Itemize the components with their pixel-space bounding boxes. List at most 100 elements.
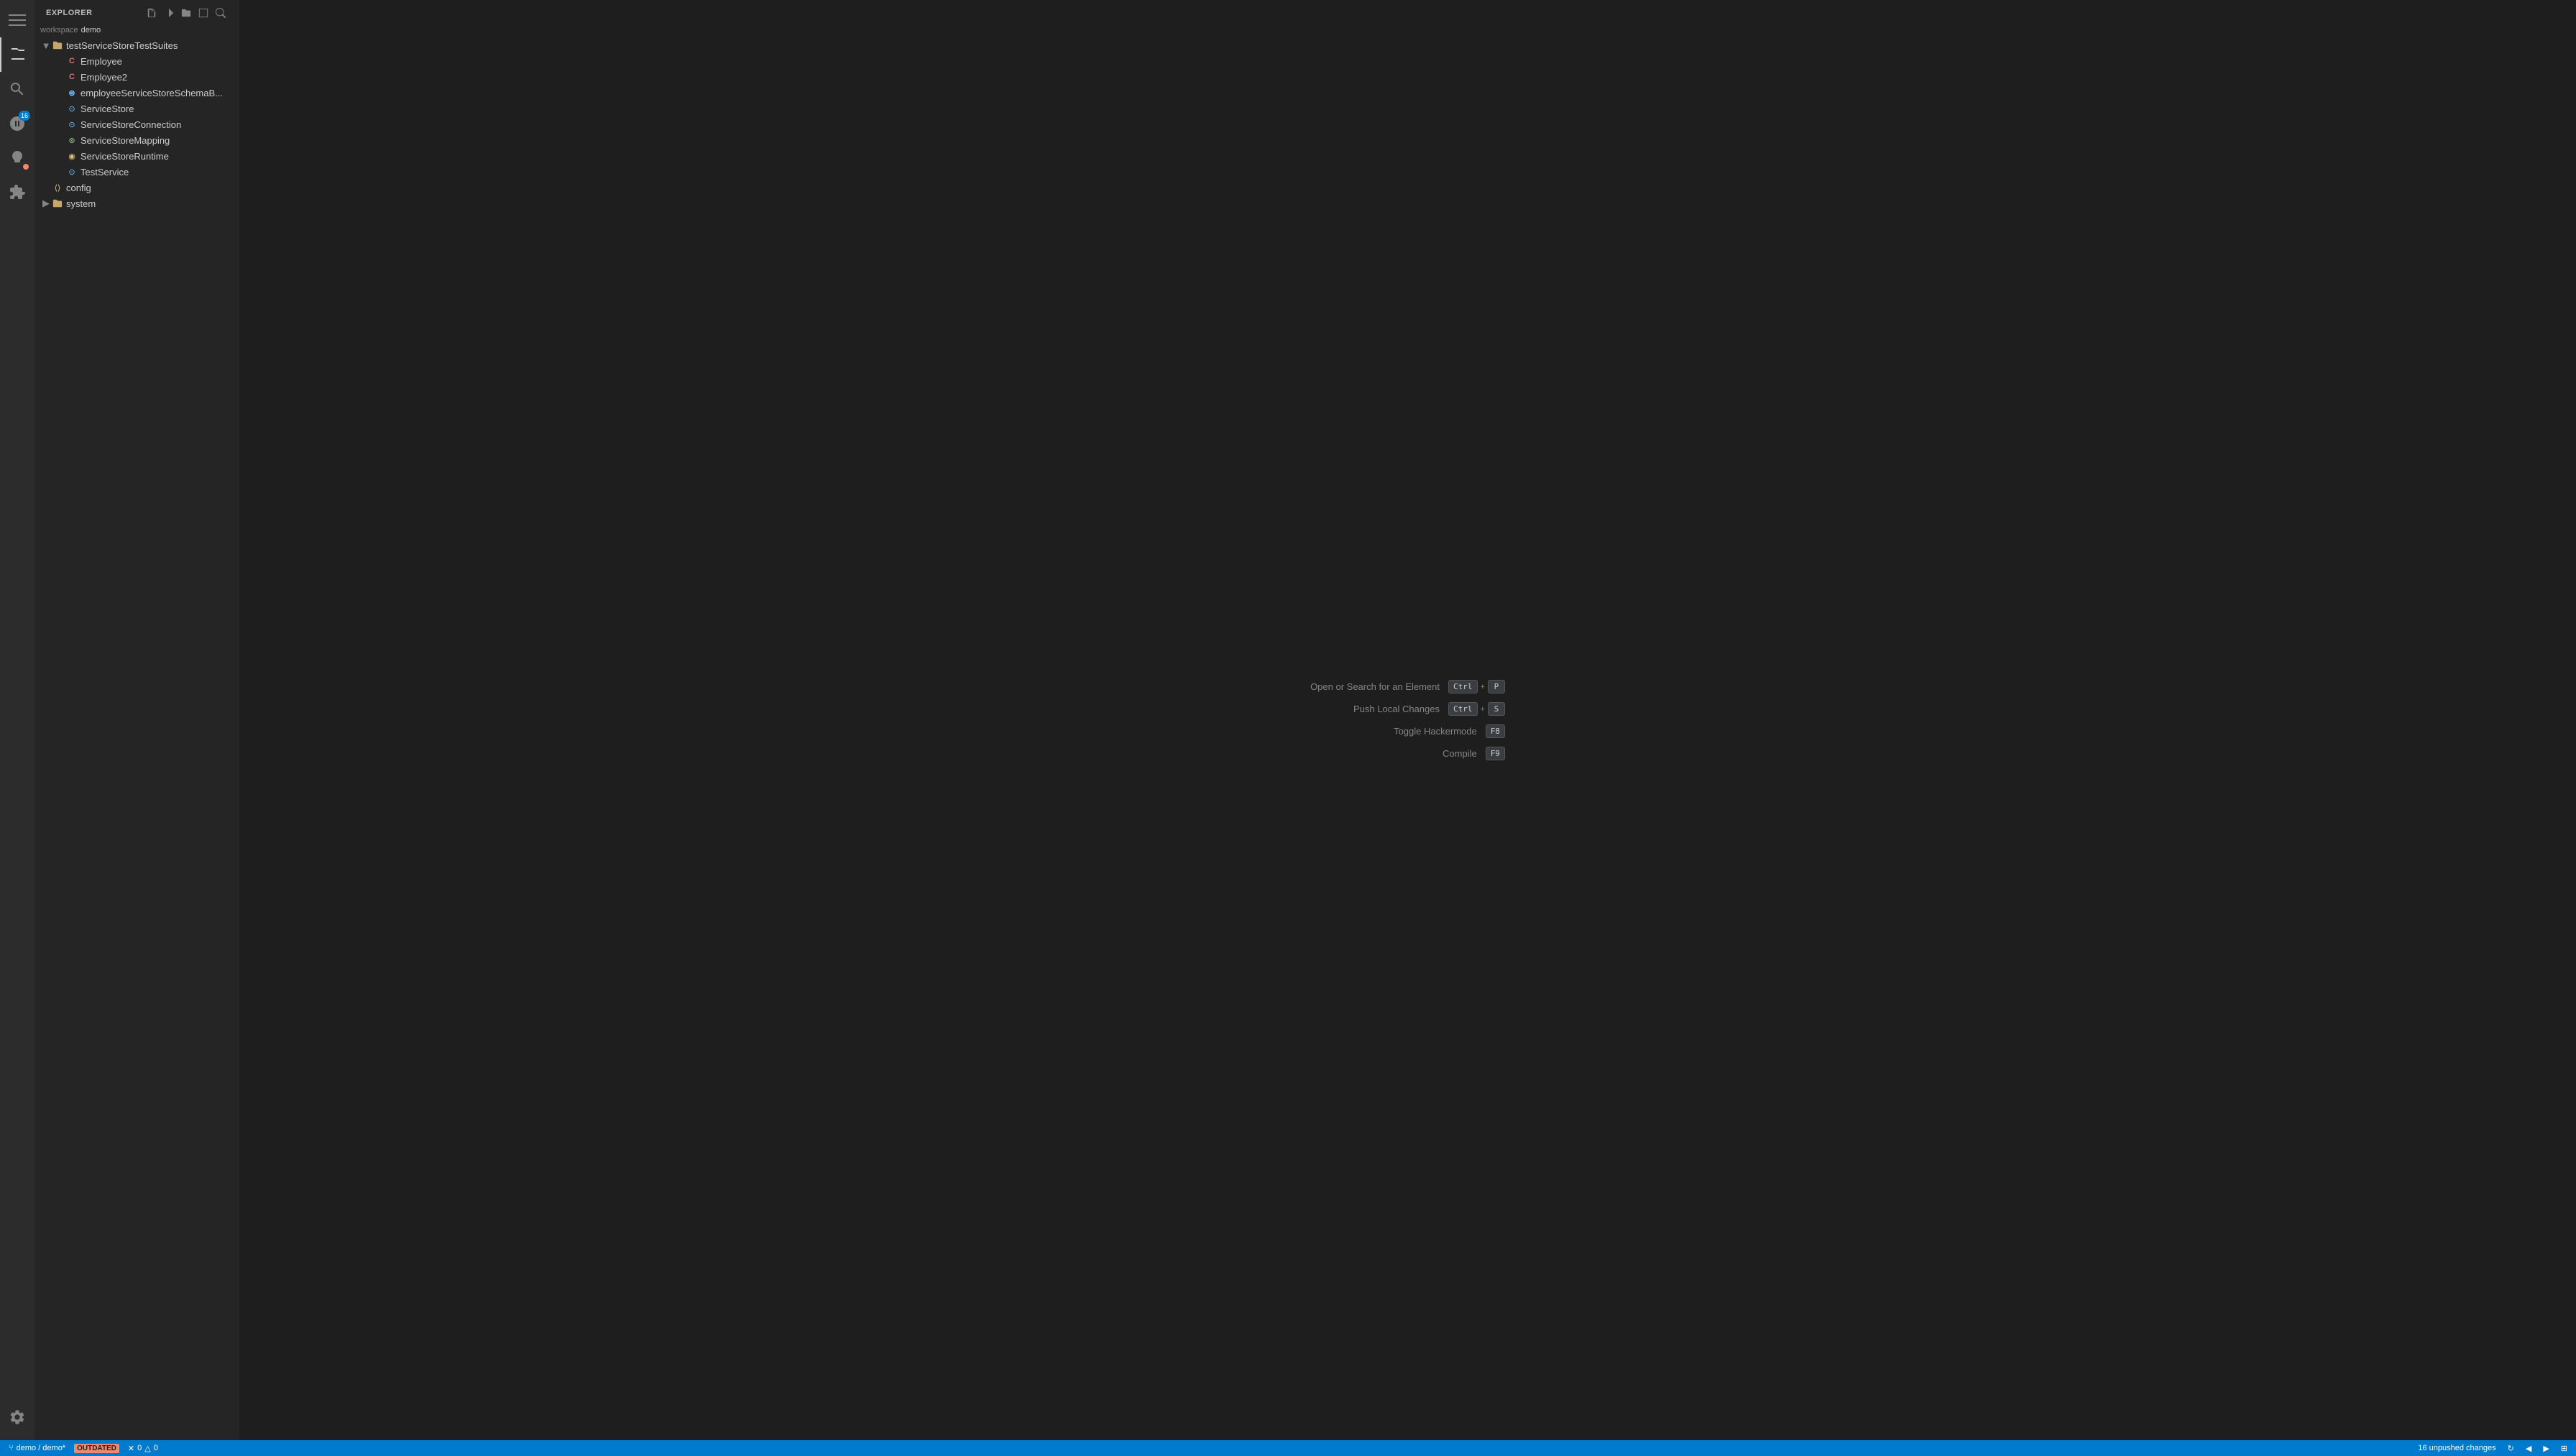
file-tree: ▼ testServiceStoreTestSuites C Employee … — [34, 37, 239, 1440]
search-activity-item[interactable] — [0, 72, 34, 106]
tree-item-TestService[interactable]: ⊙ TestService — [34, 164, 239, 180]
folder-open-icon — [52, 40, 63, 51]
spacer — [40, 182, 52, 193]
tree-item-ServiceStoreMapping[interactable]: ⊛ ServiceStoreMapping — [34, 132, 239, 148]
nav-prev-icon: ◀ — [2526, 1444, 2531, 1453]
navigate-button[interactable] — [162, 6, 176, 20]
tree-item-Employee[interactable]: C Employee — [34, 53, 239, 69]
tree-item-config[interactable]: ⟨⟩ config — [34, 180, 239, 195]
nav-next-icon: ▶ — [2543, 1444, 2549, 1453]
status-unpushed[interactable]: 16 unpushed changes — [2415, 1440, 2498, 1456]
spacer — [55, 103, 66, 114]
tree-item-ServiceStoreConnection[interactable]: ⊙ ServiceStoreConnection — [34, 116, 239, 132]
tree-label-Employee: Employee — [80, 56, 122, 67]
key-ctrl-1: Ctrl — [1448, 680, 1478, 694]
tree-item-testServiceStoreTestSuites[interactable]: ▼ testServiceStoreTestSuites — [34, 37, 239, 53]
git-activity-item[interactable]: 16 — [0, 106, 34, 141]
shortcut-label-push: Push Local Changes — [1353, 704, 1440, 714]
interface-icon: ⊛ — [66, 87, 78, 98]
tree-label-TestService: TestService — [80, 167, 129, 178]
extra-icon: ⊞ — [2561, 1444, 2567, 1453]
branch-icon: ⑂ — [9, 1444, 14, 1452]
status-errors[interactable]: ✕ 0 △ 0 — [125, 1440, 161, 1456]
status-nav-prev[interactable]: ◀ — [2523, 1440, 2534, 1456]
shortcut-label-open: Open or Search for an Element — [1310, 681, 1440, 692]
sidebar-actions — [144, 6, 228, 20]
status-sync-icon[interactable]: ↻ — [2505, 1440, 2517, 1456]
status-branch[interactable]: ⑂ demo / demo* — [6, 1440, 68, 1456]
main-area: Open or Search for an Element Ctrl + P P… — [239, 0, 2576, 1440]
tree-label-Employee2: Employee2 — [80, 72, 127, 83]
tree-label-system: system — [66, 198, 96, 209]
status-bar: ⑂ demo / demo* OUTDATED ✕ 0 △ 0 16 unpus… — [0, 1440, 2576, 1456]
tree-item-ServiceStoreRuntime[interactable]: ◉ ServiceStoreRuntime — [34, 148, 239, 164]
status-nav-next[interactable]: ▶ — [2540, 1440, 2552, 1456]
tree-item-employeeServiceStoreSchemaBinding[interactable]: ⊛ employeeServiceStoreSchemaB... — [34, 85, 239, 101]
expand-icon: ▼ — [40, 40, 52, 51]
shortcut-keys-open: Ctrl + P — [1448, 680, 1505, 694]
extensions-activity-item[interactable] — [0, 175, 34, 210]
service-icon: ⊙ — [66, 103, 78, 114]
class-icon-2: C — [66, 71, 78, 83]
error-icon: ✕ — [128, 1444, 134, 1453]
sidebar: EXPLORER — [34, 0, 239, 1440]
shortcuts-container: Open or Search for an Element Ctrl + P P… — [1310, 680, 1505, 760]
spacer — [55, 119, 66, 130]
shortcut-row-open: Open or Search for an Element Ctrl + P — [1310, 680, 1505, 694]
tree-label-config: config — [66, 183, 91, 193]
debug-badge — [23, 164, 29, 170]
tree-item-ServiceStore[interactable]: ⊙ ServiceStore — [34, 101, 239, 116]
warning-count: 0 — [154, 1444, 158, 1452]
warning-icon: △ — [144, 1444, 150, 1453]
explorer-activity-item[interactable] — [0, 37, 34, 72]
tree-item-Employee2[interactable]: C Employee2 — [34, 69, 239, 85]
key-f8: F8 — [1486, 724, 1505, 738]
spacer — [55, 150, 66, 162]
outdated-badge: OUTDATED — [74, 1444, 119, 1453]
config-icon: ⟨⟩ — [52, 182, 63, 193]
spacer — [55, 55, 66, 67]
spacer — [55, 87, 66, 98]
branch-name: demo / demo* — [17, 1444, 65, 1452]
workspace-label: workspace — [40, 26, 78, 34]
shortcut-keys-toggle: F8 — [1486, 724, 1505, 738]
shortcut-row-push: Push Local Changes Ctrl + S — [1353, 702, 1505, 716]
shortcut-keys-push: Ctrl + S — [1448, 702, 1505, 716]
folder-icon-system — [52, 198, 63, 209]
key-ctrl-2: Ctrl — [1448, 702, 1478, 716]
git-badge: 16 — [19, 111, 30, 121]
spacer — [55, 166, 66, 178]
sidebar-header: EXPLORER — [34, 0, 239, 23]
expand-icon-system: ▶ — [40, 198, 52, 209]
status-extra[interactable]: ⊞ — [2558, 1440, 2570, 1456]
workspace-name: demo — [81, 26, 101, 34]
settings-activity-item[interactable] — [0, 1400, 34, 1434]
shortcut-keys-compile: F9 — [1486, 747, 1505, 760]
new-folder-button[interactable] — [179, 6, 193, 20]
key-p: P — [1488, 680, 1505, 694]
class-icon: C — [66, 55, 78, 67]
debug-activity-item[interactable] — [0, 141, 34, 175]
tree-label-ServiceStoreMapping: ServiceStoreMapping — [80, 135, 170, 146]
new-file-button[interactable] — [144, 6, 159, 20]
status-left: ⑂ demo / demo* OUTDATED ✕ 0 △ 0 — [6, 1440, 161, 1456]
key-s: S — [1488, 702, 1505, 716]
tree-item-system[interactable]: ▶ system — [34, 195, 239, 211]
sync-icon: ↻ — [2508, 1444, 2514, 1453]
runtime-icon: ◉ — [66, 150, 78, 162]
testservice-icon: ⊙ — [66, 166, 78, 178]
tree-label-testServiceStoreTestSuites: testServiceStoreTestSuites — [66, 40, 178, 51]
key-f9: F9 — [1486, 747, 1505, 760]
menu-activity-item[interactable] — [0, 3, 34, 37]
workspace-bar: workspace demo — [34, 23, 239, 37]
shortcut-label-compile: Compile — [1443, 748, 1477, 759]
status-right: 16 unpushed changes ↻ ◀ ▶ ⊞ — [2415, 1440, 2570, 1456]
shortcut-row-toggle: Toggle Hackermode F8 — [1394, 724, 1505, 738]
spacer — [55, 71, 66, 83]
connection-icon: ⊙ — [66, 119, 78, 130]
collapse-button[interactable] — [196, 6, 211, 20]
spacer — [55, 134, 66, 146]
search-sidebar-button[interactable] — [213, 6, 228, 20]
key-plus-1: + — [1481, 683, 1485, 691]
tree-label-ServiceStoreRuntime: ServiceStoreRuntime — [80, 151, 169, 162]
